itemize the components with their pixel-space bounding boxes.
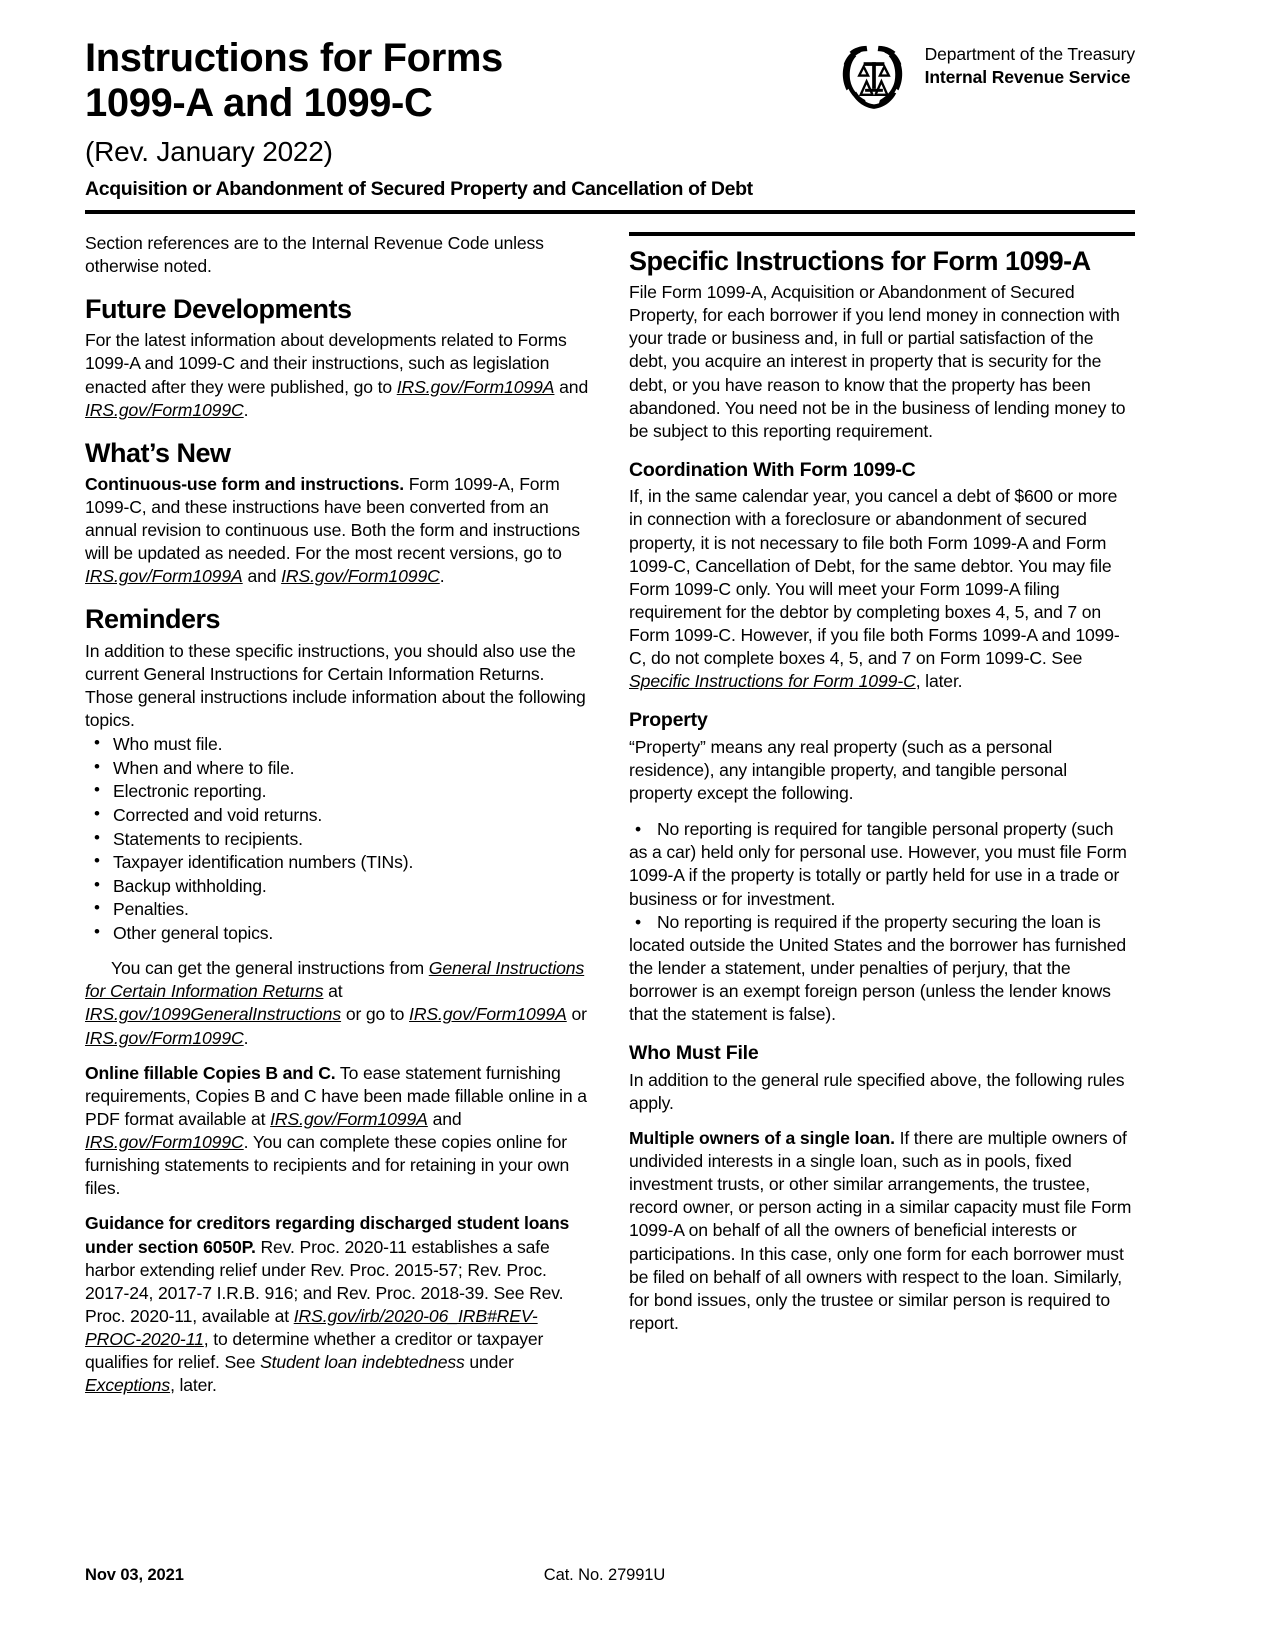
link-irs-form1099c-4[interactable]: IRS.gov/Form1099C [85,1132,244,1152]
lead-continuous-use: Continuous-use form and instructions. [85,473,404,494]
paragraph-multiple-owners: Multiple owners of a single loan. If the… [629,1127,1135,1335]
of-text-mid: and [427,1108,462,1129]
list-item: Who must file. [85,732,591,756]
paragraph-who-must-file: In addition to the general rule specifie… [629,1069,1125,1113]
list-item: Backup withholding. [85,874,591,898]
wn-text-mid: and [242,566,282,587]
link-irs-form1099a-2[interactable]: IRS.gov/Form1099A [85,566,243,586]
lead-online-fillable: Online fillable Copies B and C. [85,1062,336,1083]
list-item: When and where to file. [85,756,591,780]
section-references-note: Section references are to the Internal R… [85,233,544,277]
link-irs-form1099c-2[interactable]: IRS.gov/Form1099C [281,566,440,586]
paragraph-property-definition: “Property” means any real property (such… [629,736,1067,804]
heading-specific-instructions-1099a: Specific Instructions for Form 1099-A [629,246,1091,276]
bullet-foreign-property: No reporting is required if the property… [629,911,1135,1027]
heading-reminders: Reminders [85,604,221,635]
page-footer: Nov 03, 2021 Cat. No. 27991U [85,1560,1190,1590]
reminders-topic-list: Who must file. When and where to file. E… [85,732,591,945]
property-exception-bullets: No reporting is required for tangible pe… [629,818,1135,1026]
italic-student-loan-indebtedness: Student loan indebtedness [260,1352,465,1373]
link-exceptions[interactable]: Exceptions [85,1375,170,1395]
document-page: Instructions for Forms 1099-A and 1099-C… [85,0,1135,1650]
sl-text-after: , later. [170,1375,217,1396]
title-block: Instructions for Forms 1099-A and 1099-C… [85,36,753,201]
list-item: Statements to recipients. [85,827,591,851]
list-item: Electronic reporting. [85,779,591,803]
header-divider-rule [85,210,1135,214]
list-item: Taxpayer identification numbers (TINs). [85,850,591,874]
link-irs-form1099c[interactable]: IRS.gov/Form1099C [85,400,244,420]
gi-text-mid3: or [566,1004,587,1025]
sl-text-mid2: under [464,1352,514,1373]
fd-text-after: . [243,399,249,420]
right-column-rule [629,232,1135,236]
heading-whats-new: What’s New [85,437,231,468]
paragraph-continuous-use: Continuous-use form and instructions. Fo… [85,473,591,589]
gi-text-mid1: at [323,981,343,1002]
paragraph-file-form-1099a: File Form 1099-A, Acquisition or Abandon… [629,282,1126,441]
agency-service-name: Internal Revenue Service [924,66,1131,87]
paragraph-reminders-intro: In addition to these specific instructio… [85,640,586,730]
paragraph-coordination: If, in the same calendar year, you cance… [629,485,1135,693]
heading-property: Property [629,709,708,732]
link-specific-instructions-1099c[interactable]: Specific Instructions for Form 1099-C [629,671,916,691]
gi-text-before: You can get the general instructions fro… [111,958,429,979]
document-header: Instructions for Forms 1099-A and 1099-C… [85,0,1135,208]
lead-multiple-owners: Multiple owners of a single loan. [629,1127,895,1148]
wn-text-after: . [439,566,445,587]
footer-catalog-number: Cat. No. 27991U [543,1565,666,1584]
paragraph-general-instructions: You can get the general instructions fro… [85,957,591,1050]
irs-eagle-scales-seal-icon [842,45,902,109]
list-item: Other general topics. [85,921,591,945]
gi-text-after: . [243,1027,249,1048]
two-column-body: Section references are to the Internal R… [85,232,1135,1522]
heading-future-developments: Future Developments [85,294,352,325]
list-item: Penalties. [85,897,591,921]
link-irs-1099generalinstructions[interactable]: IRS.gov/1099GeneralInstructions [85,1004,341,1024]
fd-text-mid: and [554,376,589,397]
link-irs-form1099a[interactable]: IRS.gov/Form1099A [397,377,555,397]
agency-text: Department of the Treasury Internal Reve… [924,38,1136,89]
link-irs-form1099a-4[interactable]: IRS.gov/Form1099A [270,1109,428,1129]
footer-date: Nov 03, 2021 [85,1565,184,1584]
document-subtitle: Acquisition or Abandonment of Secured Pr… [85,177,753,200]
agency-block: Department of the Treasury Internal Reve… [837,38,1135,114]
page-title-line2: 1099-A and 1099-C [85,80,433,125]
page-title: Instructions for Forms 1099-A and 1099-C [85,36,705,126]
agency-department: Department of the Treasury [924,44,1136,64]
list-item: Corrected and void returns. [85,803,591,827]
heading-coordination-1099c: Coordination With Form 1099-C [629,458,916,481]
paragraph-student-loan-guidance: Guidance for creditors regarding dischar… [85,1212,591,1397]
co-text-after: , later. [915,671,963,692]
bullet-tangible-personal-property: No reporting is required for tangible pe… [629,818,1135,911]
mo-text: If there are multiple owners of undivide… [629,1127,1132,1333]
link-irs-form1099a-3[interactable]: IRS.gov/Form1099A [409,1004,567,1024]
gi-text-mid2: or go to [341,1004,410,1025]
revision-label: (Rev. January 2022) [85,135,333,167]
right-column: Specific Instructions for Form 1099-A Fi… [629,232,1135,1522]
link-irs-form1099c-3[interactable]: IRS.gov/Form1099C [85,1028,244,1048]
page-title-line1: Instructions for Forms [85,36,503,80]
heading-who-must-file: Who Must File [629,1042,759,1065]
co-text-before: If, in the same calendar year, you cance… [629,486,1120,669]
paragraph-future-developments: For the latest information about develop… [85,329,591,422]
left-column: Section references are to the Internal R… [85,232,591,1522]
paragraph-online-fillable: Online fillable Copies B and C. To ease … [85,1062,591,1201]
